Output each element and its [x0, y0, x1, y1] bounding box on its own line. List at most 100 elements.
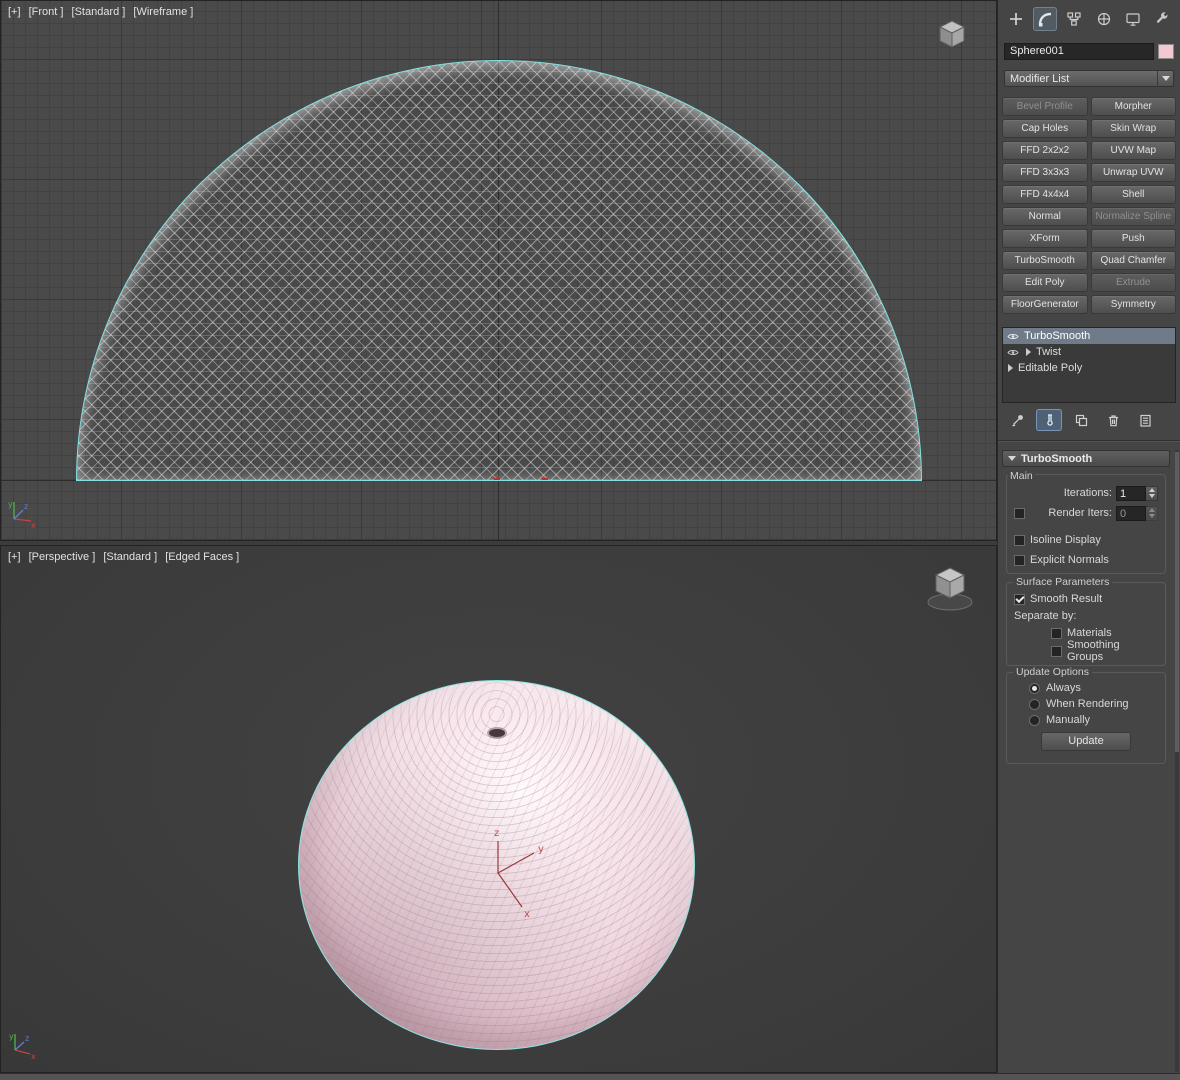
viewport-pov-menu[interactable]: [Front ] [29, 6, 64, 18]
iterations-spinner[interactable] [1146, 486, 1158, 501]
motion-tab-icon[interactable] [1092, 7, 1116, 31]
modifier-button-floorgenerator[interactable]: FloorGenerator [1002, 295, 1088, 314]
status-strip [0, 1073, 1180, 1080]
always-label: Always [1046, 682, 1081, 694]
show-end-result-icon[interactable] [1036, 409, 1062, 431]
visibility-eye-icon[interactable] [1006, 332, 1020, 341]
remove-modifier-icon[interactable] [1100, 409, 1126, 431]
modifier-button-ffd-2x2x2[interactable]: FFD 2x2x2 [1002, 141, 1088, 160]
surface-parameters-group: Surface Parameters Smooth Result Separat… [1006, 582, 1166, 666]
pin-stack-icon[interactable] [1004, 409, 1030, 431]
object-name-field[interactable]: Sphere001 [1004, 43, 1154, 60]
smooth-result-label: Smooth Result [1030, 593, 1102, 605]
modifier-button-symmetry[interactable]: Symmetry [1091, 295, 1177, 314]
manually-radio[interactable] [1029, 715, 1040, 726]
render-iters-checkbox[interactable] [1014, 508, 1025, 519]
smoothing-groups-checkbox[interactable] [1051, 646, 1062, 657]
world-axis-tripod-icon: x y z [7, 1030, 37, 1060]
materials-checkbox[interactable] [1051, 628, 1062, 639]
iterations-input[interactable]: 1 [1116, 486, 1146, 501]
always-row: Always [1007, 680, 1165, 696]
modify-tab-icon[interactable] [1033, 7, 1057, 31]
modifier-stack-toolbar [1002, 408, 1176, 432]
viewport-renderer-menu[interactable]: [Standard ] [103, 551, 157, 563]
modifier-button-ffd-3x3x3[interactable]: FFD 3x3x3 [1002, 163, 1088, 182]
viewport-label-front: [+] [Front ] [Standard ] [Wireframe ] [8, 6, 198, 18]
update-button[interactable]: Update [1041, 732, 1131, 751]
modifier-button-normalize-spline[interactable]: Normalize Spline [1091, 207, 1177, 226]
smoothing-groups-row: Smoothing Groups [1007, 642, 1165, 660]
object-color-swatch[interactable] [1158, 44, 1174, 59]
expand-arrow-icon[interactable] [1006, 364, 1014, 372]
explicit-normals-checkbox[interactable] [1014, 555, 1025, 566]
when-rendering-radio[interactable] [1029, 699, 1040, 710]
modifier-button-normal[interactable]: Normal [1002, 207, 1088, 226]
svg-text:x: x [31, 521, 36, 528]
configure-modifier-sets-icon[interactable] [1132, 409, 1158, 431]
viewport-shading-menu[interactable]: [Wireframe ] [133, 6, 193, 18]
modifier-button-bevel-profile[interactable]: Bevel Profile [1002, 97, 1088, 116]
modifier-button-morpher[interactable]: Morpher [1091, 97, 1177, 116]
stack-item-turbosmooth[interactable]: TurboSmooth [1003, 328, 1175, 344]
expand-arrow-icon[interactable] [1024, 348, 1032, 356]
turbosmooth-rollout-header[interactable]: TurboSmooth [1002, 450, 1170, 467]
render-iters-input[interactable]: 0 [1116, 506, 1146, 521]
materials-label: Materials [1067, 627, 1112, 639]
rollout-title: TurboSmooth [1021, 453, 1092, 465]
svg-text:x: x [524, 909, 530, 919]
modifier-button-unwrap-uvw[interactable]: Unwrap UVW [1091, 163, 1177, 182]
visibility-eye-icon[interactable] [1006, 348, 1020, 357]
svg-text:y: y [8, 500, 13, 509]
viewcube-icon[interactable] [934, 15, 970, 55]
when-rendering-label: When Rendering [1046, 698, 1129, 710]
panel-scrollbar-thumb[interactable] [1175, 452, 1179, 752]
modifier-button-uvw-map[interactable]: UVW Map [1091, 141, 1177, 160]
stack-item-editable-poly[interactable]: Editable Poly [1003, 360, 1175, 376]
smoothing-groups-label: Smoothing Groups [1067, 639, 1158, 663]
viewport-renderer-menu[interactable]: [Standard ] [72, 6, 126, 18]
render-iters-label: Render Iters: [1030, 507, 1112, 519]
modifier-button-quad-chamfer[interactable]: Quad Chamfer [1091, 251, 1177, 270]
update-options-group: Update Options Always When Rendering Man… [1006, 672, 1166, 764]
hierarchy-tab-icon[interactable] [1062, 7, 1086, 31]
modifier-button-edit-poly[interactable]: Edit Poly [1002, 273, 1088, 292]
object-axis-tripod-icon: z y x [468, 821, 558, 919]
rollout-collapse-icon [1008, 456, 1016, 461]
wireframe-dome-mesh[interactable] [76, 60, 922, 481]
pivot-tick [542, 478, 548, 480]
utilities-tab-icon[interactable] [1150, 7, 1174, 31]
modifier-button-cap-holes[interactable]: Cap Holes [1002, 119, 1088, 138]
modifier-list-dropdown[interactable]: Modifier List [1004, 70, 1174, 87]
modifier-button-turbosmooth[interactable]: TurboSmooth [1002, 251, 1088, 270]
display-tab-icon[interactable] [1121, 7, 1145, 31]
make-unique-icon[interactable] [1068, 409, 1094, 431]
main-group-label: Main [1008, 470, 1035, 482]
modifier-stack-list: TurboSmooth Twist Editable Poly [1002, 327, 1176, 403]
modifier-button-shell[interactable]: Shell [1091, 185, 1177, 204]
isoline-checkbox[interactable] [1014, 535, 1025, 546]
isoline-row: Isoline Display [1007, 530, 1165, 550]
modifier-button-extrude[interactable]: Extrude [1091, 273, 1177, 292]
viewport-front[interactable]: [+] [Front ] [Standard ] [Wireframe ] x … [0, 0, 997, 541]
viewport-general-menu[interactable]: [+] [8, 6, 21, 18]
explicit-normals-row: Explicit Normals [1007, 550, 1165, 570]
modifier-button-push[interactable]: Push [1091, 229, 1177, 248]
always-radio[interactable] [1029, 683, 1040, 694]
command-panel: Sphere001 Modifier List Bevel Profile Mo… [997, 0, 1180, 1080]
pivot-tick [494, 478, 500, 480]
svg-text:x: x [31, 1052, 36, 1060]
create-tab-icon[interactable] [1004, 7, 1028, 31]
render-iters-spinner[interactable] [1146, 506, 1158, 521]
surface-parameters-label: Surface Parameters [1013, 576, 1112, 588]
viewcube-icon[interactable] [924, 558, 976, 614]
viewport-general-menu[interactable]: [+] [8, 551, 21, 563]
stack-item-twist[interactable]: Twist [1003, 344, 1175, 360]
modifier-button-set: Bevel Profile Morpher Cap Holes Skin Wra… [1002, 97, 1176, 314]
smooth-result-checkbox[interactable] [1014, 594, 1025, 605]
modifier-button-skin-wrap[interactable]: Skin Wrap [1091, 119, 1177, 138]
viewport-perspective[interactable]: z y x [+] [Perspective ] [Standard ] [Ed… [0, 545, 997, 1073]
modifier-button-xform[interactable]: XForm [1002, 229, 1088, 248]
viewport-shading-menu[interactable]: [Edged Faces ] [165, 551, 239, 563]
viewport-pov-menu[interactable]: [Perspective ] [29, 551, 96, 563]
modifier-button-ffd-4x4x4[interactable]: FFD 4x4x4 [1002, 185, 1088, 204]
